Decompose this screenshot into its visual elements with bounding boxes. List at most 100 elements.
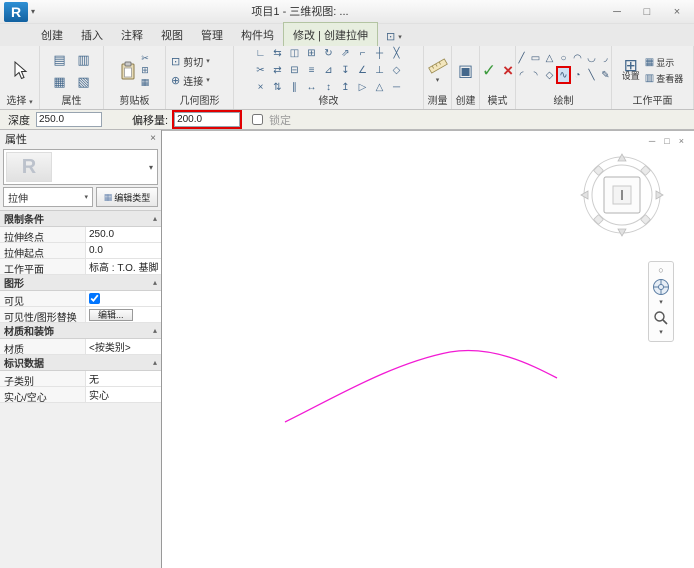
select-cursor-icon[interactable] [12,61,28,81]
ribbon-options-button[interactable]: ⊡ ▾ [378,27,410,46]
modify-tool-icon[interactable]: ↕ [321,80,336,95]
modify-tool-icon[interactable]: ⇅ [270,80,285,95]
modify-tool-icon[interactable]: △ [372,80,387,95]
section-graphics[interactable]: 图形 ▴ [0,275,161,291]
center-arc-tool[interactable]: ◡ [585,50,598,66]
rectangle-tool[interactable]: ▭ [529,50,542,66]
chevron-down-icon[interactable]: ▾ [659,329,663,337]
app-menu-button[interactable]: R ▾ [0,0,39,24]
cancel-edit-mode-button[interactable]: × [503,61,513,81]
steering-wheel-button[interactable] [652,278,670,296]
modify-tool-icon[interactable]: ⊿ [321,63,336,78]
property-value[interactable]: 250.0 [86,227,161,242]
tab-manage[interactable]: 管理 [192,23,232,46]
chevron-down-icon[interactable]: ▾ [659,299,663,307]
view-cube[interactable] [580,153,664,237]
modify-tool-icon[interactable]: ↔ [304,80,319,95]
modify-tool-icon[interactable]: ⊟ [287,63,302,78]
modify-tool-icon[interactable]: ⇗ [338,46,353,61]
match-type-icon[interactable]: ▦ [141,77,150,88]
property-value[interactable]: 标高 : T.O. 基脚 [86,259,161,274]
properties-palette-icon[interactable]: ▤ [48,49,72,71]
modify-tool-icon[interactable]: ⇆ [270,46,285,61]
view-close-button[interactable]: × [679,136,684,146]
modify-tool-icon[interactable]: ◫ [287,46,302,61]
type-selector[interactable]: R ▾ [3,149,158,185]
partial-ellipse-tool[interactable]: ◔ [571,67,584,83]
modify-tool-icon[interactable]: ∥ [287,80,302,95]
join-geometry-button[interactable]: ⊕ 连接 ▾ [171,73,210,88]
polygon-tool[interactable]: △ [543,50,556,66]
modify-tool-icon[interactable]: ┼ [372,46,387,61]
create-group-icon[interactable]: ▣ [458,61,473,81]
spline-tool[interactable]: ∿ [557,67,570,83]
fillet-arc-tool[interactable]: ◜ [516,67,528,83]
paste-icon[interactable] [120,61,136,81]
property-value[interactable]: 0.0 [86,243,161,258]
modify-tool-icon[interactable]: ↥ [338,80,353,95]
modify-tool-icon[interactable]: ⇄ [270,63,285,78]
modify-tool-icon[interactable]: ✂ [253,63,268,78]
arc-tool[interactable]: ◝ [529,67,542,83]
drawing-canvas[interactable]: ─ □ × ○ [162,130,694,568]
tab-annotate[interactable]: 注释 [112,23,152,46]
edit-visibility-button[interactable]: 编辑... [89,309,133,321]
chevron-down-icon[interactable]: ▾ [436,76,440,84]
close-button[interactable]: × [662,1,692,23]
section-identity-data[interactable]: 标识数据 ▴ [0,355,161,371]
finish-edit-mode-button[interactable]: ✓ [482,61,496,81]
view-minimize-button[interactable]: ─ [649,136,655,146]
visible-checkbox[interactable] [89,293,100,304]
edit-type-button[interactable]: ▦ 编辑类型 [96,187,158,207]
lock-checkbox[interactable] [252,114,263,125]
modify-tool-icon[interactable]: ⌐ [355,46,370,61]
modify-tool-icon[interactable]: ∟ [253,46,268,61]
modify-tool-icon[interactable]: ↻ [321,46,336,61]
minimize-button[interactable]: ─ [602,1,632,23]
offset-input[interactable] [174,112,240,127]
modify-tool-icon[interactable]: ↧ [338,63,353,78]
property-value[interactable]: <按类别> [86,339,161,354]
tab-modify-create-extrusion[interactable]: 修改 | 创建拉伸 [283,22,378,46]
line-tool[interactable]: ╱ [516,50,528,66]
show-workplane-button[interactable]: ▦ 显示 [645,56,683,69]
modify-tool-icon[interactable]: × [253,80,268,95]
tangent-arc-tool[interactable]: ◞ [599,50,611,66]
section-constraints[interactable]: 限制条件 ▴ [0,211,161,227]
modify-tool-icon[interactable]: ▷ [355,80,370,95]
close-panel-icon[interactable]: × [150,133,156,144]
nav-dot-button[interactable]: ○ [658,266,663,275]
modify-tool-icon[interactable]: ⊥ [372,63,387,78]
maximize-button[interactable]: □ [632,1,662,23]
modify-tool-icon[interactable]: ∠ [355,63,370,78]
measure-icon[interactable] [428,57,448,75]
modify-tool-icon[interactable]: ╳ [389,46,404,61]
property-value[interactable]: 无 [86,371,161,386]
modify-tool-icon[interactable]: ⊞ [304,46,319,61]
section-materials[interactable]: 材质和装饰 ▴ [0,323,161,339]
tab-component-dock[interactable]: 构件坞 [232,23,283,46]
selection-filter-dropdown[interactable]: 拉伸 ▾ [3,187,93,207]
modify-tool-icon[interactable]: ◇ [389,63,404,78]
zoom-button[interactable] [653,310,669,326]
modify-tool-icon[interactable]: ≡ [304,63,319,78]
view-restore-button[interactable]: □ [664,136,669,146]
cut-geometry-button[interactable]: ⊡ 剪切 ▾ [171,54,210,69]
family-category-icon[interactable]: ▧ [72,71,96,93]
modify-tool-icon[interactable]: ─ [389,80,404,95]
tab-insert[interactable]: 插入 [72,23,112,46]
type-properties-icon[interactable]: ▥ [72,49,96,71]
sketch-tool[interactable]: ✎ [599,67,611,83]
copy-icon[interactable]: ⊞ [141,65,149,76]
ellipse-tool[interactable]: ◇ [543,67,556,83]
property-value[interactable]: 实心 [86,387,161,402]
circle-tool[interactable]: ○ [557,50,570,66]
pick-lines-tool[interactable]: ╲ [585,67,598,83]
set-workplane-button[interactable]: ⊞ 设置 [622,61,640,81]
instance-properties-icon[interactable]: ▦ [48,71,72,93]
tab-view[interactable]: 视图 [152,23,192,46]
viewer-button[interactable]: ▥ 查看器 [645,72,683,85]
cut-icon[interactable]: ✂ [141,53,149,64]
start-end-arc-tool[interactable]: ◠ [571,50,584,66]
panel-label-select[interactable]: 选择 ▾ [0,95,39,109]
